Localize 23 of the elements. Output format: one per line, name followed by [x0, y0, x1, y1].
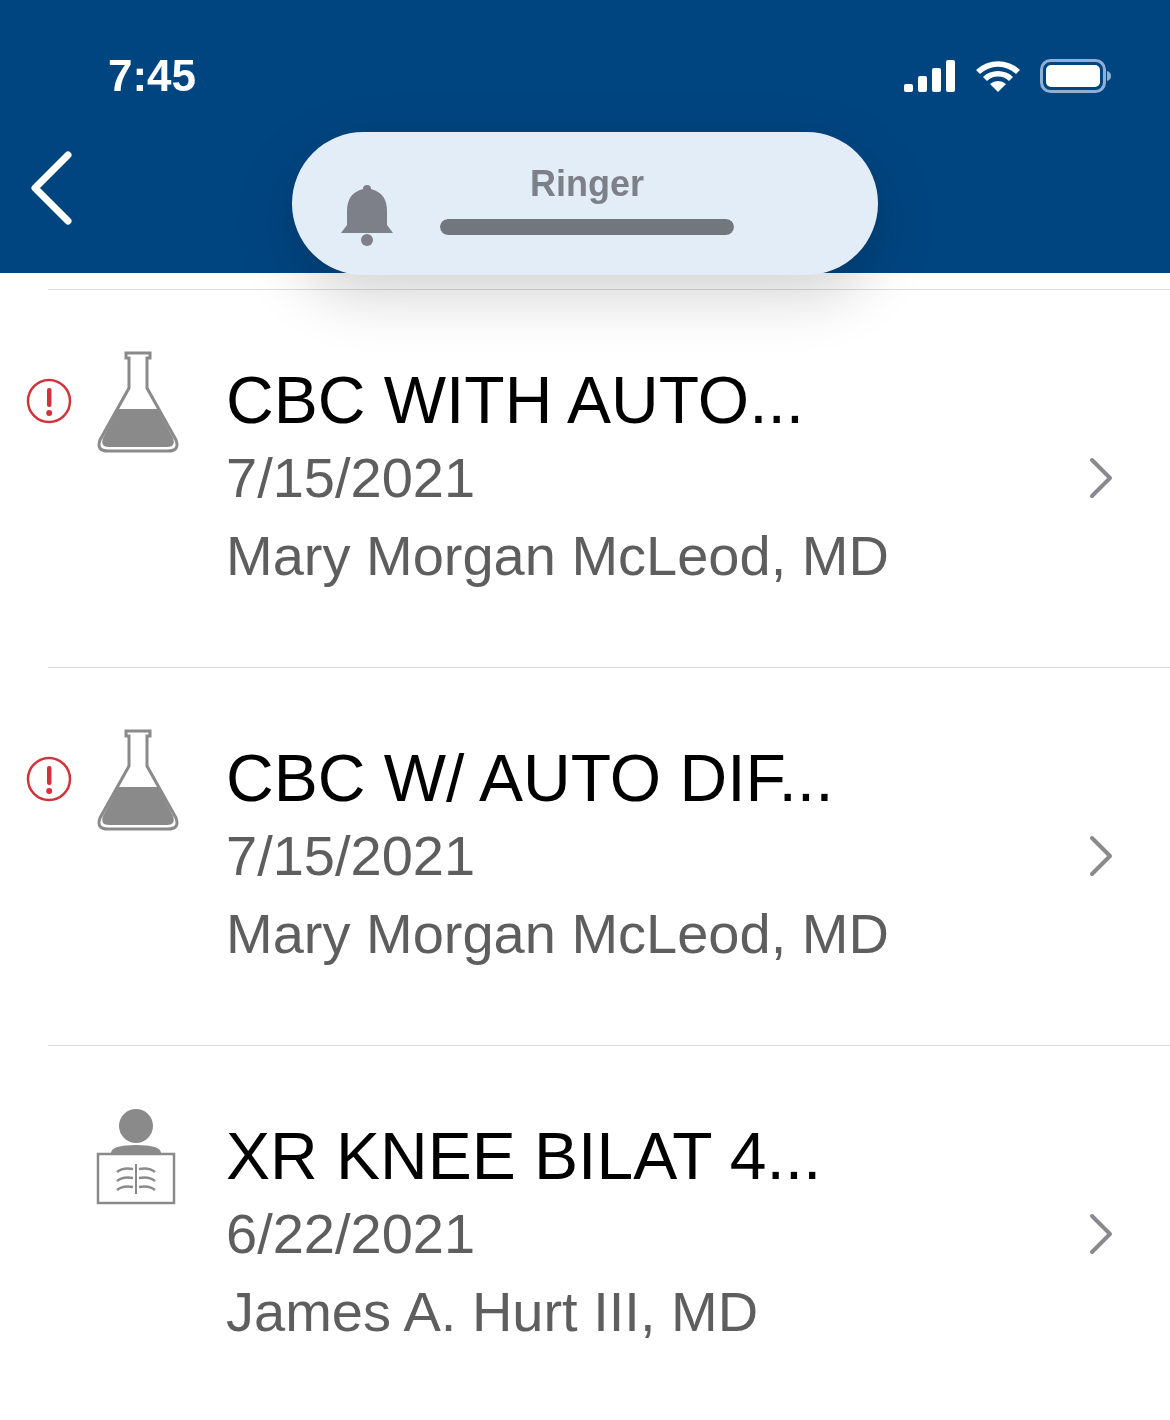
xray-icon [96, 1107, 176, 1205]
result-title: CBC WITH AUTO... [226, 362, 806, 439]
result-date: 6/22/2021 [226, 1201, 477, 1267]
bell-icon [340, 182, 394, 247]
result-date: 7/15/2021 [226, 823, 477, 889]
back-button[interactable] [28, 150, 74, 225]
chevron-icon[interactable] [1088, 834, 1114, 878]
chevron-icon[interactable] [1088, 1212, 1114, 1256]
battery-icon [1040, 59, 1112, 93]
signal-icon [904, 60, 956, 92]
wifi-icon [974, 59, 1022, 93]
provider-name: Mary Morgan McLeod, MD [226, 523, 890, 589]
flask-icon [96, 729, 180, 831]
status-time: 7:45 [108, 51, 197, 101]
result-date: 7/15/2021 [226, 445, 477, 511]
volume-slider[interactable] [440, 218, 734, 235]
provider-name: Mary Morgan McLeod, MD [226, 901, 890, 967]
provider-name: James A. Hurt III, MD [226, 1279, 760, 1345]
chevron-icon[interactable] [1088, 456, 1114, 500]
result-title: CBC W/ AUTO DIF... [226, 740, 835, 817]
ringer-label: Ringer [530, 162, 644, 205]
flask-icon [96, 351, 180, 453]
result-title: XR KNEE BILAT 4... [226, 1118, 823, 1195]
